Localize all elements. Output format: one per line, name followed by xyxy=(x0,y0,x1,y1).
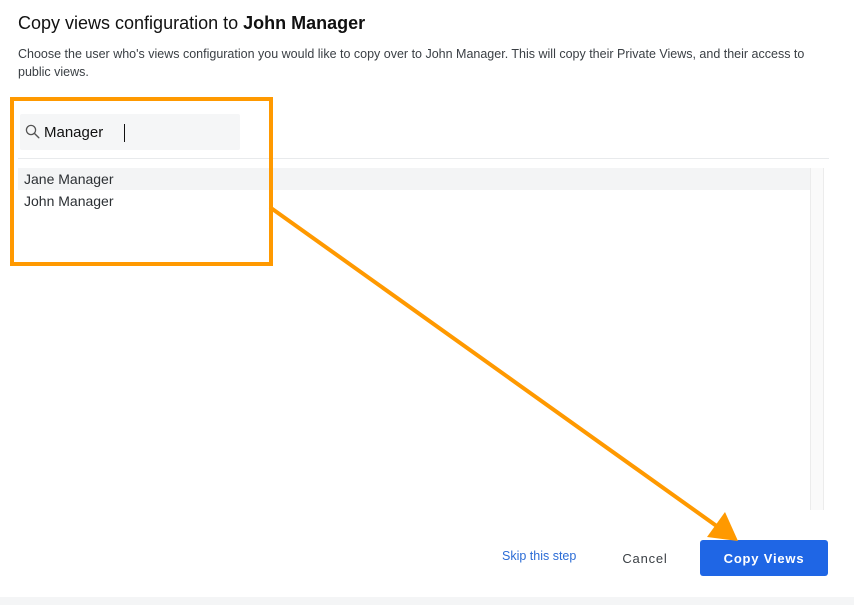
footer-band xyxy=(0,597,854,605)
search-input[interactable] xyxy=(44,120,234,144)
copy-views-dialog: Copy views configuration to John Manager… xyxy=(0,0,854,605)
user-list-scrollbar[interactable] xyxy=(810,168,824,510)
search-divider xyxy=(18,158,829,159)
dialog-description: Choose the user who's views configuratio… xyxy=(18,47,805,79)
dialog-title: Copy views configuration to John Manager xyxy=(18,11,365,35)
cancel-button[interactable]: Cancel xyxy=(612,540,678,576)
copy-views-button[interactable]: Copy Views xyxy=(700,540,828,576)
text-caret xyxy=(124,124,125,142)
user-list: Jane Manager John Manager xyxy=(18,168,810,510)
dialog-title-prefix: Copy views configuration to xyxy=(18,13,244,33)
user-name: John Manager xyxy=(24,193,114,209)
user-name: Jane Manager xyxy=(24,171,114,187)
user-list-item-john-manager[interactable]: John Manager xyxy=(18,190,810,212)
search-box[interactable] xyxy=(20,114,240,150)
skip-step-link[interactable]: Skip this step xyxy=(502,549,576,563)
user-list-item-jane-manager[interactable]: Jane Manager xyxy=(18,168,810,190)
dialog-title-user: John Manager xyxy=(243,13,366,33)
annotation-arrow-head xyxy=(707,512,738,541)
search-icon xyxy=(25,124,40,139)
